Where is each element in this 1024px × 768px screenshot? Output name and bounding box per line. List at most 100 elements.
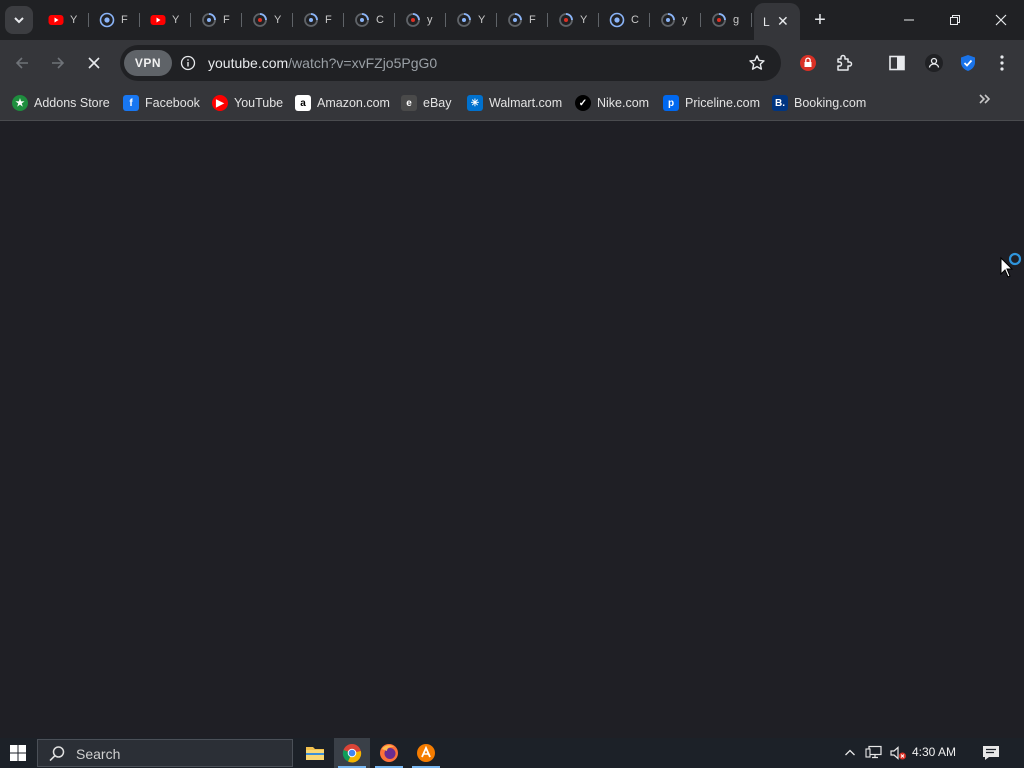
site-info-icon[interactable] <box>180 55 196 71</box>
tab-title: Y <box>70 14 78 26</box>
search-icon <box>49 746 65 762</box>
loading-icon <box>457 13 471 27</box>
more-bookmarks-button[interactable] <box>978 92 998 112</box>
chrome-icon <box>609 12 625 28</box>
password-extension-icon[interactable] <box>797 52 819 74</box>
orange-app-icon <box>417 744 435 762</box>
loading-icon <box>406 13 420 27</box>
start-button[interactable] <box>0 738 36 768</box>
side-panel-button[interactable] <box>886 52 908 74</box>
browser-tab[interactable]: F <box>191 6 242 34</box>
notification-icon <box>983 746 999 760</box>
loading-icon <box>712 13 726 27</box>
avatar-icon <box>925 54 943 72</box>
stop-icon <box>88 57 100 69</box>
chrome-icon <box>342 744 362 763</box>
forward-button[interactable] <box>46 51 70 75</box>
restore-button[interactable] <box>932 0 978 40</box>
shield-extension-button[interactable] <box>957 52 979 74</box>
browser-tab[interactable]: F <box>497 6 548 34</box>
bookmark-item[interactable]: e eBay <box>401 93 452 113</box>
close-icon <box>995 14 1007 26</box>
loading-icon <box>661 13 675 27</box>
firefox-taskbar-button[interactable] <box>371 738 407 768</box>
taskbar-clock[interactable]: 4:30 AM <box>912 745 956 759</box>
browser-tab[interactable]: y <box>395 6 446 34</box>
youtube-icon <box>150 15 166 25</box>
tab-title: Y <box>172 14 180 26</box>
bookmark-item[interactable]: ✳ Walmart.com <box>467 93 562 113</box>
browser-tab[interactable]: Y <box>446 6 497 34</box>
network-icon <box>865 745 882 759</box>
vpn-button[interactable]: VPN <box>124 50 172 76</box>
file-explorer-button[interactable] <box>297 738 333 768</box>
menu-button[interactable] <box>991 52 1013 74</box>
shield-check-icon <box>961 55 975 71</box>
network-button[interactable] <box>863 738 885 768</box>
bookmark-item[interactable]: p Priceline.com <box>663 93 760 113</box>
bookmark-item[interactable]: ✓ Nike.com <box>575 93 649 113</box>
tab-title: F <box>325 14 332 26</box>
profile-button[interactable] <box>923 52 945 74</box>
minimize-button[interactable] <box>886 0 932 40</box>
windows-taskbar: Search 4:30 AM <box>0 738 1024 768</box>
ebay-icon: e <box>401 95 417 111</box>
tab-title: y <box>682 14 688 26</box>
loading-icon <box>508 13 522 27</box>
active-tab[interactable]: L ✕ <box>754 3 800 40</box>
browser-tab[interactable]: Y <box>38 6 89 34</box>
url-text[interactable]: youtube.com/watch?v=xvFZjo5PgG0 <box>208 55 437 71</box>
bookmark-item[interactable]: ▶ YouTube <box>212 93 283 113</box>
tab-title: Y <box>580 14 588 26</box>
url-path: /watch?v=xvFZjo5PgG0 <box>288 55 438 71</box>
bookmark-item[interactable]: f Facebook <box>123 93 200 113</box>
loading-icon <box>304 13 318 27</box>
stop-loading-button[interactable] <box>82 51 106 75</box>
chevron-down-icon <box>14 17 24 24</box>
close-window-button[interactable] <box>978 0 1024 40</box>
bookmark-label: Walmart.com <box>489 96 563 110</box>
tab-title: F <box>223 14 230 26</box>
extensions-button[interactable] <box>833 52 855 74</box>
back-arrow-icon <box>15 57 28 69</box>
bookmark-item[interactable]: B. Booking.com <box>772 93 866 113</box>
taskbar-search-box[interactable]: Search <box>37 739 293 767</box>
browser-tab[interactable]: g <box>701 6 752 34</box>
browser-tab[interactable]: Y <box>140 6 191 34</box>
tab-search-button[interactable] <box>5 6 33 34</box>
bookmark-item[interactable]: ★ Addons Store <box>12 93 110 113</box>
browser-tab[interactable]: Y <box>548 6 599 34</box>
loading-icon <box>202 13 216 27</box>
close-tab-icon[interactable]: ✕ <box>777 13 789 30</box>
app-taskbar-button[interactable] <box>408 738 444 768</box>
browser-tab[interactable]: C <box>599 6 650 34</box>
bookmark-label: Facebook <box>145 96 200 110</box>
browser-tab[interactable]: F <box>89 6 140 34</box>
tab-title: F <box>529 14 536 26</box>
chrome-icon <box>99 12 115 28</box>
minimize-icon <box>904 19 914 21</box>
browser-tab[interactable]: y <box>650 6 701 34</box>
volume-button[interactable] <box>887 738 909 768</box>
show-hidden-icons-button[interactable] <box>840 738 860 768</box>
browser-tab[interactable]: F <box>293 6 344 34</box>
search-placeholder: Search <box>76 746 121 762</box>
bookmark-label: eBay <box>423 96 452 110</box>
browser-tab[interactable]: Y <box>242 6 293 34</box>
back-button[interactable] <box>10 51 34 75</box>
browser-tab[interactable]: C <box>344 6 395 34</box>
url-host: youtube.com <box>208 55 289 71</box>
tab-title: g <box>733 14 740 26</box>
notifications-button[interactable] <box>978 738 1004 768</box>
chrome-taskbar-button[interactable] <box>334 738 370 768</box>
new-tab-button[interactable]: + <box>808 8 832 32</box>
busy-cursor-icon <box>1000 250 1024 283</box>
bookmark-label: Priceline.com <box>685 96 761 110</box>
volume-muted-icon <box>890 746 906 760</box>
forward-arrow-icon <box>52 57 65 69</box>
tab-title: L <box>763 14 770 29</box>
address-bar[interactable]: VPN youtube.com/watch?v=xvFZjo5PgG0 <box>120 45 781 81</box>
firefox-icon <box>380 744 398 762</box>
bookmark-star-icon[interactable] <box>748 54 766 72</box>
bookmark-item[interactable]: a Amazon.com <box>295 93 390 113</box>
